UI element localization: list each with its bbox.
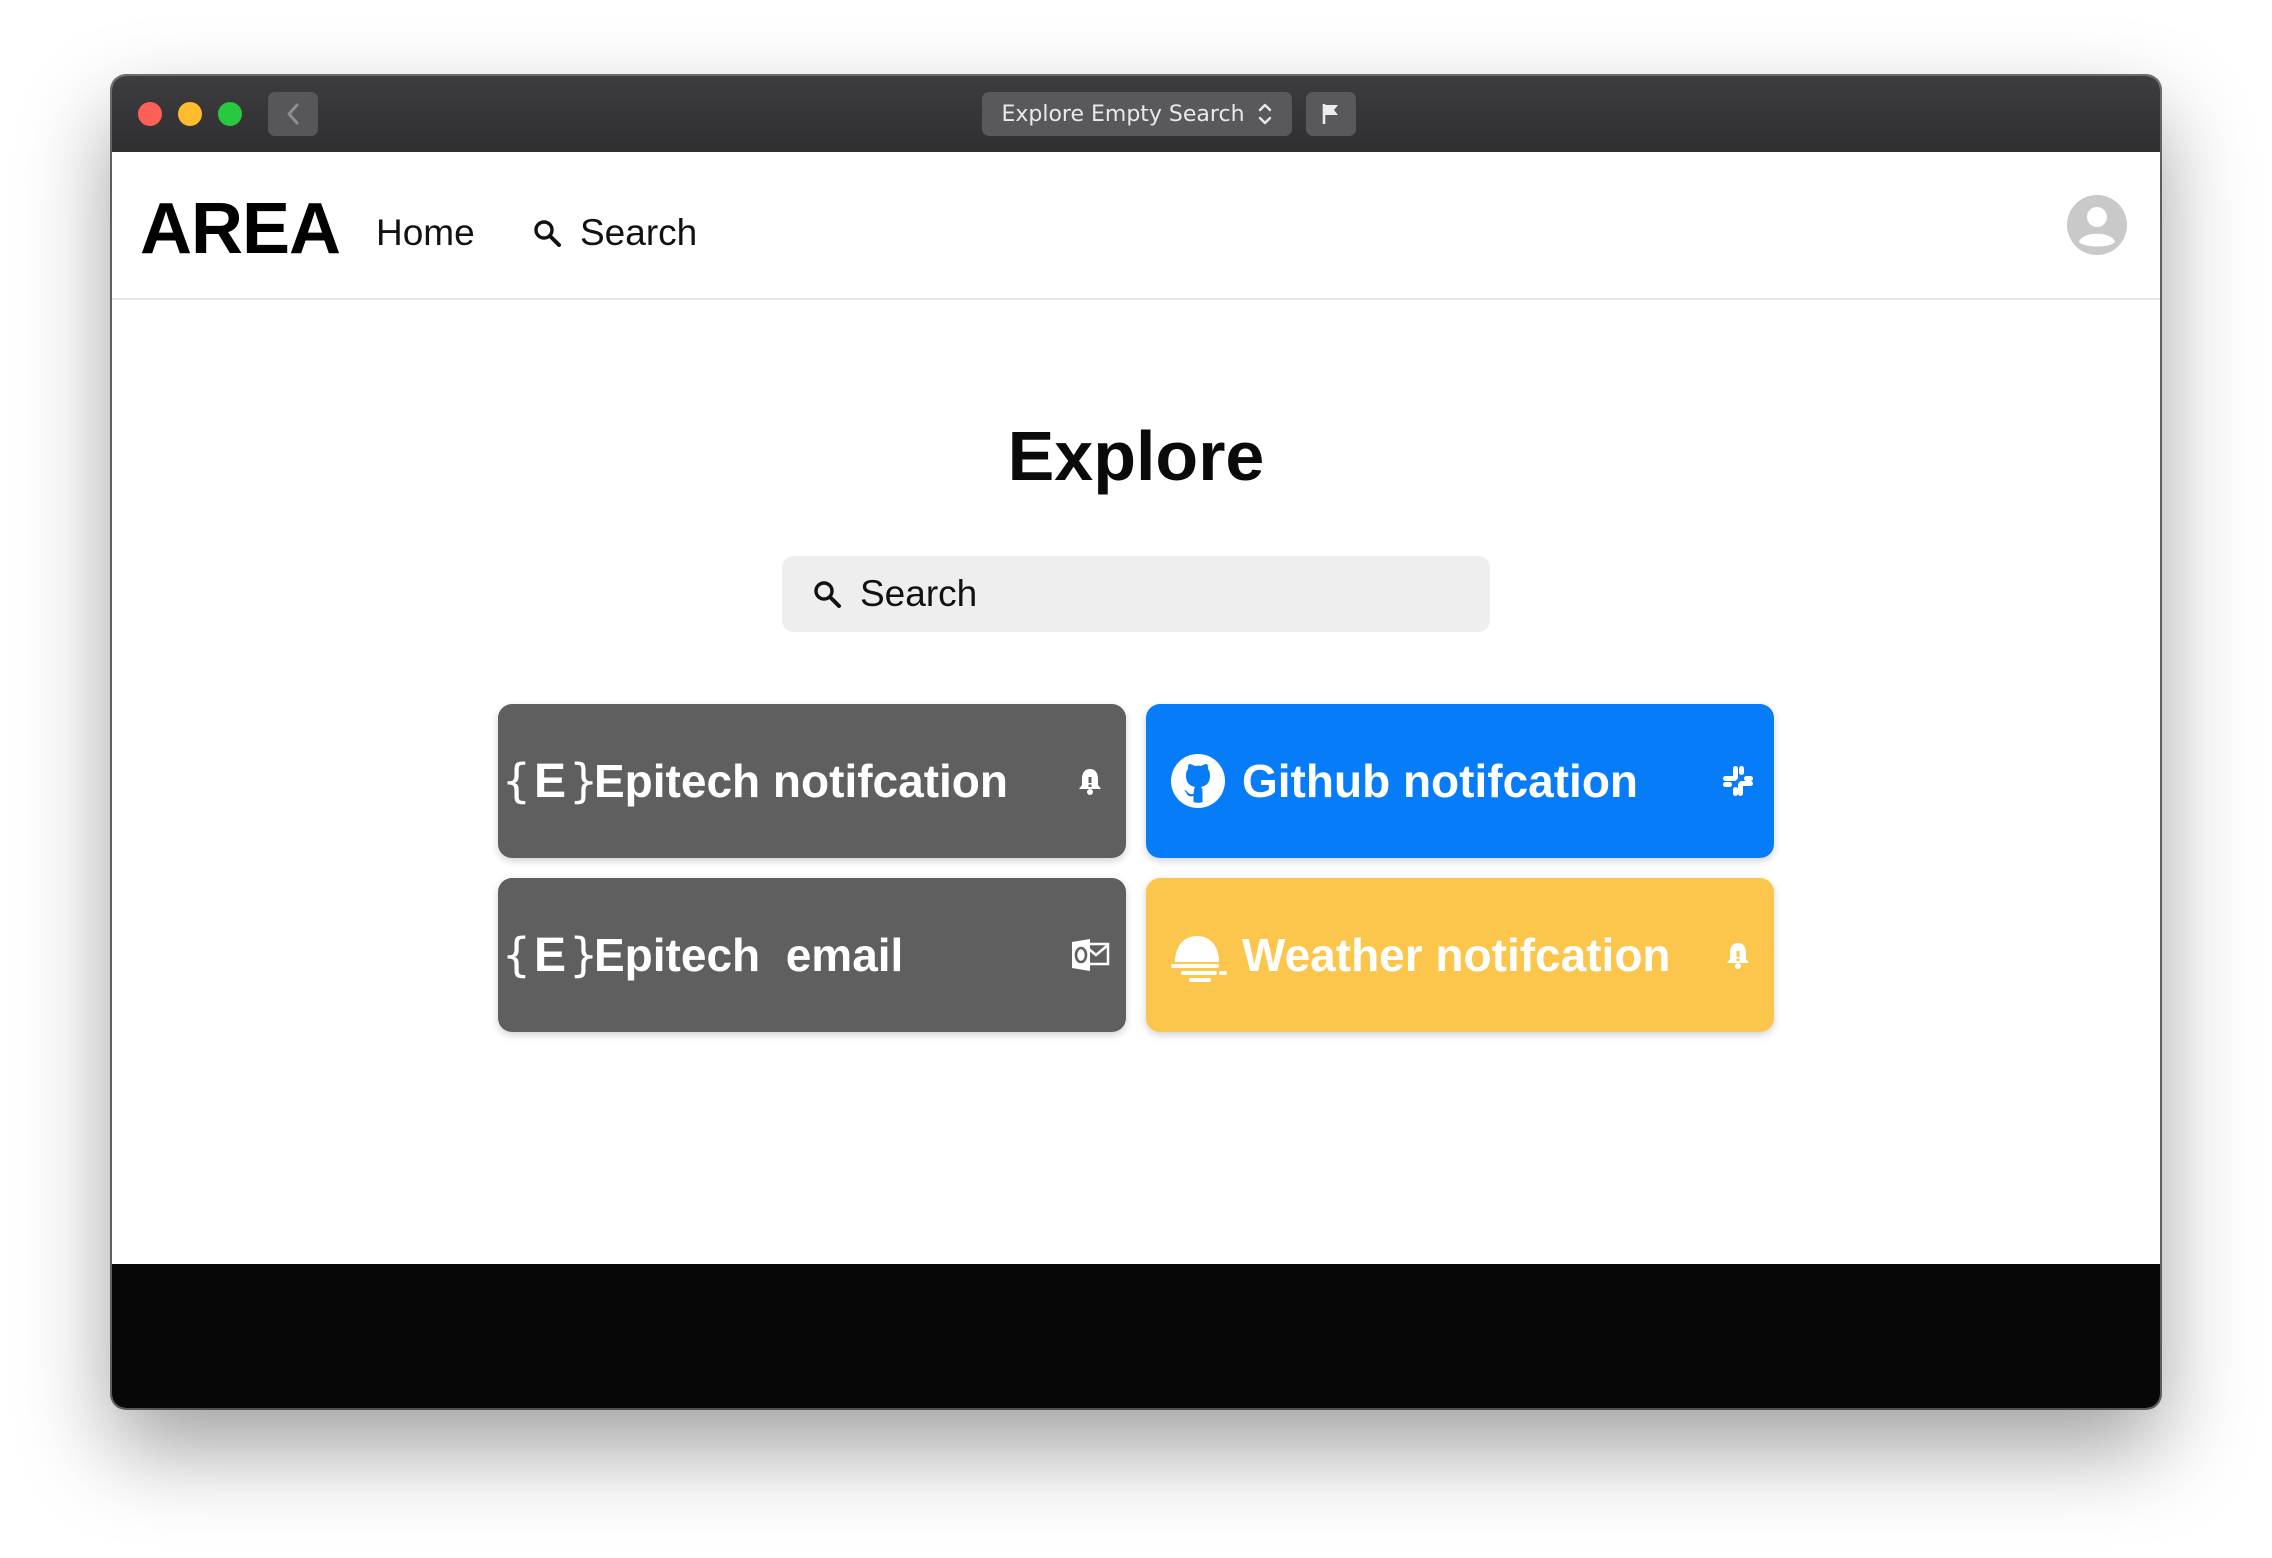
epitech-icon: {E} [501, 928, 599, 982]
user-avatar-icon[interactable] [2066, 194, 2128, 256]
slack-icon [1718, 761, 1758, 801]
epitech-icon: {E} [501, 754, 599, 808]
card-label: Epitech notifcation [594, 755, 1008, 807]
outlook-icon [1070, 935, 1110, 975]
maximize-window-button[interactable] [218, 102, 242, 126]
card-label: Github notifcation [1242, 755, 1639, 807]
navbar: AREA Home Search [112, 152, 2160, 300]
nav-home-link[interactable]: Home [376, 212, 475, 254]
app-logo[interactable]: AREA [140, 188, 341, 270]
explore-search-box[interactable] [782, 556, 1490, 632]
weather-icon [1166, 923, 1230, 987]
explore-search-input[interactable] [858, 572, 1462, 616]
nav-search-label: Search [580, 212, 698, 253]
github-icon [1166, 749, 1230, 813]
page-title: Explore [1007, 417, 1265, 495]
bell-icon [1718, 935, 1758, 975]
service-card-weather-notification[interactable]: Weather notifcation [1146, 878, 1774, 1032]
search-icon [814, 581, 841, 608]
back-button[interactable] [268, 92, 318, 136]
card-label: Epitech email [594, 929, 904, 981]
search-icon [534, 220, 561, 247]
service-card-epitech-notification[interactable]: {E} Epitech notifcation [498, 704, 1126, 858]
footer [112, 1264, 2160, 1408]
flag-button[interactable] [1306, 92, 1356, 136]
close-window-button[interactable] [138, 102, 162, 126]
service-card-epitech-email[interactable]: {E} Epitech email [498, 878, 1126, 1032]
browser-window: Explore Empty Search AREA Home Search Ex… [112, 76, 2160, 1408]
minimize-window-button[interactable] [178, 102, 202, 126]
chevron-up-down-icon [1257, 101, 1273, 127]
title-bar: Explore Empty Search [112, 76, 2160, 154]
tab-title: Explore Empty Search [1001, 101, 1245, 127]
flag-icon [1322, 104, 1338, 124]
chevron-left-icon [287, 103, 299, 125]
tab-selector[interactable]: Explore Empty Search [982, 92, 1292, 136]
card-label: Weather notifcation [1242, 929, 1671, 981]
nav-search-link[interactable]: Search [532, 212, 697, 254]
service-card-github-notification[interactable]: Github notifcation [1146, 704, 1774, 858]
bell-icon [1070, 761, 1110, 801]
